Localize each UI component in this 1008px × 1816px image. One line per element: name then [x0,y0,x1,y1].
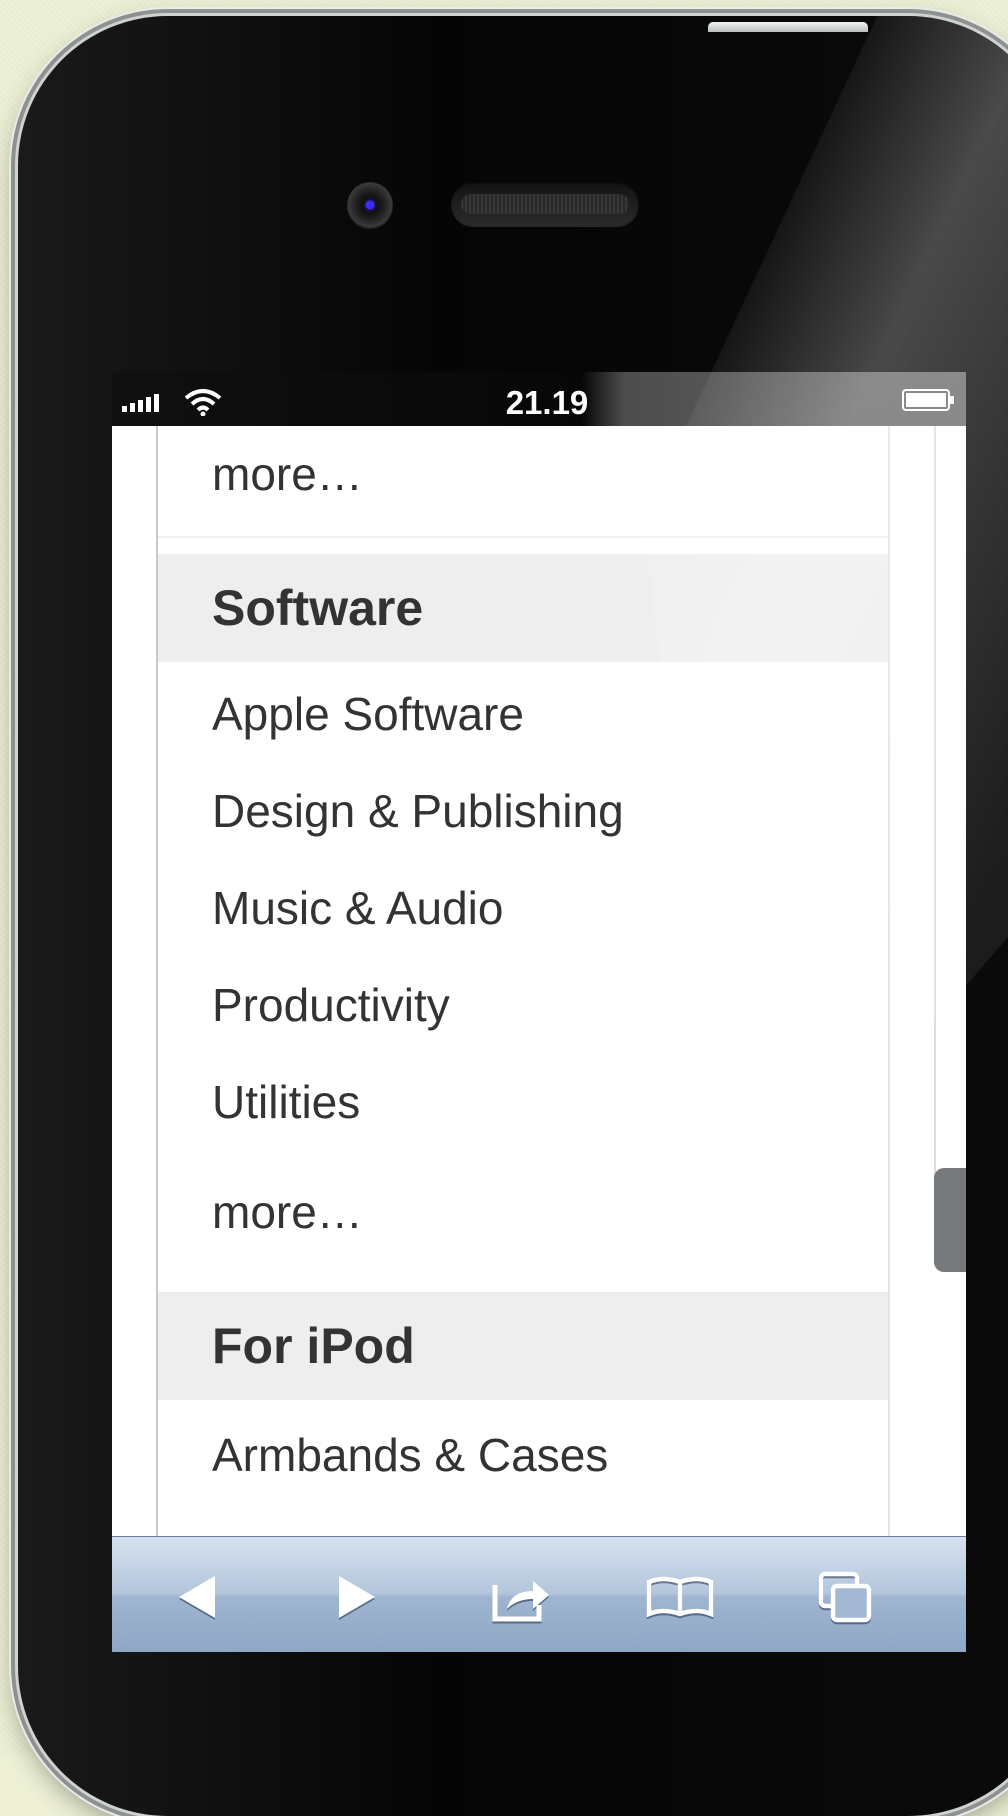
divider [158,536,888,538]
forward-arrow-icon [339,1576,375,1618]
link-apple-software[interactable]: Apple Software [158,666,888,762]
iphone-frame: 21.19 more… Software Apple Software Desi… [18,16,1008,1816]
power-button [708,22,868,32]
share-icon [492,1581,549,1622]
forward-button[interactable] [312,1559,400,1635]
web-page[interactable]: more… Software Apple Software Design & P… [112,426,966,1536]
section-header-software: Software [158,554,888,662]
status-bar: 21.19 [112,372,966,426]
link-design-publishing[interactable]: Design & Publishing [158,763,888,859]
link-productivity[interactable]: Productivity [158,957,888,1053]
tabs-button[interactable] [802,1559,890,1635]
tabs-icon [818,1571,872,1623]
section-header-for-ipod: For iPod [158,1292,888,1400]
link-armbands-cases[interactable]: Armbands & Cases [158,1407,888,1503]
camera-icon [347,182,393,228]
share-button[interactable] [477,1559,565,1635]
link-more-software[interactable]: more… [158,1164,888,1260]
browser-toolbar [112,1536,966,1652]
wifi-icon [184,389,222,416]
bookmarks-icon [646,1576,714,1618]
scrollbar-thumb[interactable] [934,1168,966,1272]
bookmarks-button[interactable] [636,1559,724,1635]
back-button[interactable] [154,1559,242,1635]
right-panel [934,426,966,1208]
back-arrow-icon [179,1576,215,1618]
category-list: more… Software Apple Software Design & P… [156,426,890,1536]
signal-bars-icon [122,394,159,412]
earpiece-speaker [451,182,639,226]
link-utilities[interactable]: Utilities [158,1054,888,1150]
phone-screen: 21.19 more… Software Apple Software Desi… [112,372,966,1652]
link-more-top[interactable]: more… [158,426,888,522]
battery-icon [902,389,954,411]
status-time: 21.19 [505,384,589,421]
link-music-audio[interactable]: Music & Audio [158,860,888,956]
